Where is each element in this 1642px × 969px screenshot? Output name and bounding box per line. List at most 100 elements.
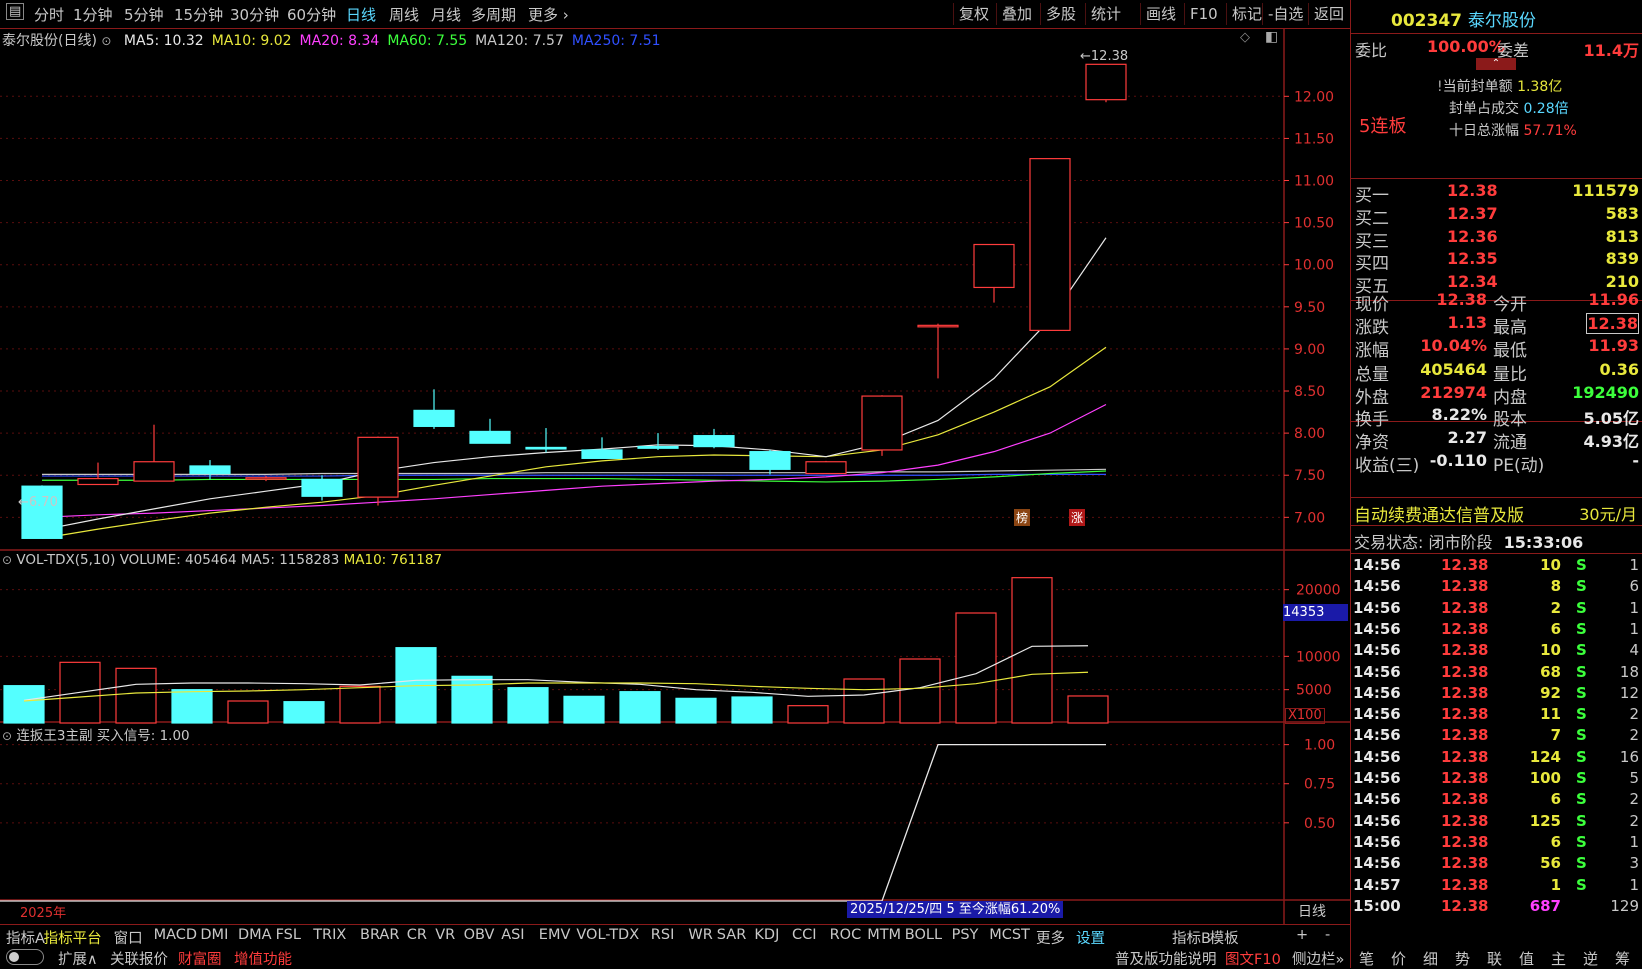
promo-banner[interactable]: 自动续费通达信普及版 [1354, 501, 1524, 526]
indicator-tab[interactable]: RSI [651, 927, 675, 943]
diamond-icon[interactable]: ◇ [1240, 30, 1250, 45]
period-tab-monthly[interactable]: 月线 [431, 4, 461, 25]
related-quote-button[interactable]: 关联报价 [110, 948, 168, 969]
menu-icon[interactable]: ▤ [6, 3, 25, 20]
indicator-tab[interactable]: CCI [792, 927, 817, 943]
period-tab-more[interactable]: 更多 › [528, 4, 569, 25]
multi-stock-button[interactable]: 多股 [1040, 3, 1081, 25]
right-panel-tab[interactable]: 笔 [1359, 948, 1374, 969]
f10-link[interactable]: 图文F10 [1225, 948, 1281, 969]
watchlist-button[interactable]: -自选 [1262, 3, 1308, 25]
indicator-tab[interactable]: 指标平台 [44, 927, 102, 948]
tick-row: 14:56 12.38 10 S 4 [1351, 641, 1641, 664]
period-tab-1min[interactable]: 1分钟 [73, 4, 113, 25]
draw-button[interactable]: 画线 [1140, 3, 1181, 25]
expand-button[interactable]: 扩展∧ [58, 948, 98, 969]
tick-side: S [1576, 556, 1587, 574]
period-tab-daily[interactable]: 日线 [346, 4, 376, 25]
collapse-icon[interactable]: ⊙ [101, 34, 111, 48]
fuquan-button[interactable]: 复权 [953, 3, 994, 25]
indicator-tab[interactable]: CR [407, 927, 427, 943]
indicator-tab[interactable]: MTM [867, 927, 901, 943]
wealth-circle-button[interactable]: 财富圈 [178, 948, 222, 969]
indicator-tab[interactable]: PSY [952, 927, 979, 943]
panel-toggle-icon[interactable]: ◧ [1265, 29, 1278, 45]
value-added-button[interactable]: 增值功能 [234, 948, 292, 969]
bid-row[interactable]: 买二 12.37 583 [1355, 204, 1639, 229]
f10-button[interactable]: F10 [1184, 3, 1223, 25]
tick-price: 12.38 [1441, 598, 1489, 617]
indicator-tab[interactable]: ASI [501, 927, 524, 943]
tick-price: 12.38 [1441, 577, 1489, 596]
indicator-tab[interactable]: KDJ [754, 927, 779, 943]
indicator-tab[interactable]: 模板 [1210, 927, 1239, 948]
right-panel-tab[interactable]: 逆 [1583, 948, 1598, 969]
bid-row[interactable]: 买三 12.36 813 [1355, 227, 1639, 252]
right-panel-tab[interactable]: 联 [1487, 948, 1502, 969]
overlay-button[interactable]: 叠加 [996, 3, 1037, 25]
indicator-tab[interactable]: 设置 [1076, 927, 1105, 948]
bid-row[interactable]: 买四 12.35 839 [1355, 249, 1639, 274]
indicator-tab[interactable]: MACD [154, 927, 197, 943]
indicator-tab[interactable]: BRAR [360, 927, 399, 943]
collapse-icon[interactable]: ⊙ [2, 729, 12, 743]
stat-label: 涨跌 [1355, 318, 1389, 339]
indicator-tab[interactable]: OBV [464, 927, 495, 943]
indicator-tab[interactable]: MCST [989, 927, 1030, 943]
back-button[interactable]: 返回 [1308, 3, 1349, 25]
tick-time: 14:56 [1353, 811, 1401, 830]
indicator-tab[interactable]: BOLL [905, 927, 942, 943]
mark-button[interactable]: 标记 [1226, 3, 1267, 25]
stock-header: 002347 泰尔股份 [1391, 6, 1536, 31]
chart-area[interactable]: 12.00 11.50 11.00 10.50 10.00 9.50 9.00 8.50 8.0… [0, 29, 1350, 924]
tick-volume: 10 [1540, 556, 1561, 574]
period-tab-60min[interactable]: 60分钟 [287, 4, 336, 25]
period-tab-15min[interactable]: 15分钟 [174, 4, 223, 25]
indicator-tab[interactable]: 指标B [1172, 927, 1211, 948]
price-axis-label: 8.00 [1294, 426, 1325, 442]
indicator-tab[interactable]: DMA [238, 927, 272, 943]
right-panel-tab[interactable]: 细 [1423, 948, 1438, 969]
indicator-tab[interactable]: 窗口 [114, 927, 143, 948]
zhang-badge[interactable]: 涨 [1069, 509, 1086, 526]
indicator-tab[interactable]: SAR [717, 927, 746, 943]
period-tab-5min[interactable]: 5分钟 [124, 4, 164, 25]
tick-time: 14:56 [1353, 832, 1401, 851]
bang-badge[interactable]: 榜 [1014, 509, 1031, 526]
sidebar-toggle[interactable]: 侧边栏» [1292, 948, 1344, 969]
promo-price: 30元/月 [1579, 505, 1637, 524]
tick-row: 15:00 12.38 687 129 [1351, 897, 1641, 920]
indicator-tab[interactable]: FSL [276, 927, 301, 943]
right-panel-tab[interactable]: 值 [1519, 948, 1534, 969]
period-tab-30min[interactable]: 30分钟 [230, 4, 279, 25]
period-tab-fenshi[interactable]: 分时 [34, 4, 64, 25]
indicator-tab[interactable]: 指标A [6, 927, 45, 948]
indicator-tab[interactable]: VOL-TDX [576, 927, 639, 943]
expand-chevron-icon[interactable]: ⌃ [1476, 58, 1516, 70]
period-tab-multi[interactable]: 多周期 [471, 4, 516, 25]
bid-row[interactable]: 买一 12.38 111579 [1355, 181, 1639, 206]
right-panel-tab[interactable]: 势 [1455, 948, 1470, 969]
fundamental-row: 收益(三) -0.110 PE(动) - [1355, 451, 1639, 476]
indicator-tab[interactable]: EMV [539, 927, 571, 943]
indicator-tab[interactable]: VR [435, 927, 455, 943]
toggle-switch[interactable] [6, 949, 44, 965]
edition-info-link[interactable]: 普及版功能说明 [1115, 948, 1217, 969]
stats-button[interactable]: 统计 [1085, 3, 1126, 25]
tick-time: 14:56 [1353, 556, 1401, 574]
right-panel-tab[interactable]: 价 [1391, 948, 1406, 969]
indicator-tab[interactable]: DMI [200, 927, 228, 943]
candle-up [77, 477, 119, 486]
indicator-tab[interactable]: 更多 [1036, 927, 1065, 948]
indicator-tab[interactable]: TRIX [313, 927, 346, 943]
right-panel-tab[interactable]: 主 [1551, 948, 1566, 969]
kline-chart[interactable]: 12.00 11.50 11.00 10.50 10.00 9.50 9.00 8.50 8.0… [0, 29, 1350, 924]
collapse-icon[interactable]: ⊙ [2, 553, 12, 567]
tick-volume: 2 [1550, 598, 1561, 617]
indicator-tab[interactable]: ROC [830, 927, 862, 943]
right-panel-tab[interactable]: 筹 [1615, 948, 1630, 969]
indicator-tab[interactable]: - [1325, 927, 1330, 943]
indicator-tab[interactable]: WR [688, 927, 712, 943]
period-tab-weekly[interactable]: 周线 [389, 4, 419, 25]
indicator-tab[interactable]: + [1296, 927, 1308, 943]
